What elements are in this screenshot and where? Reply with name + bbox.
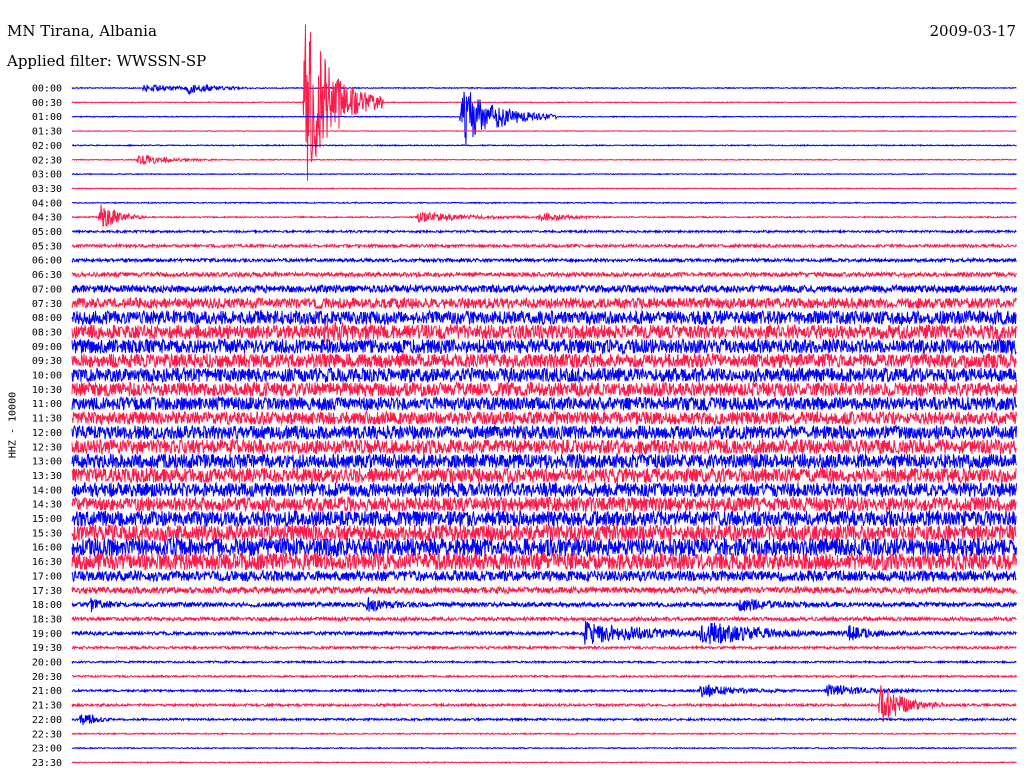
trace-row-2030 bbox=[72, 673, 1017, 679]
row-time-label: 09:30 bbox=[32, 356, 62, 367]
row-time-label: 20:00 bbox=[32, 658, 62, 669]
row-time-label: 04:00 bbox=[32, 198, 62, 209]
row-time-label: 05:00 bbox=[32, 227, 62, 238]
row-time-label: 09:00 bbox=[32, 342, 62, 353]
row-time-label: 18:30 bbox=[32, 614, 62, 625]
trace-row-1700 bbox=[71, 569, 1017, 583]
row-time-label: 05:30 bbox=[32, 241, 62, 252]
row-time-label: 10:30 bbox=[32, 385, 62, 396]
row-time-label: 04:30 bbox=[32, 213, 62, 224]
trace-row-0500 bbox=[71, 228, 1017, 235]
row-time-label: 13:30 bbox=[32, 471, 62, 482]
trace-row-0900 bbox=[71, 337, 1017, 356]
row-time-label: 21:00 bbox=[32, 686, 62, 697]
trace-row-0200 bbox=[71, 143, 1017, 148]
row-time-label: 13:00 bbox=[32, 457, 62, 468]
row-time-label: 14:00 bbox=[32, 485, 62, 496]
trace-row-2230 bbox=[71, 731, 1017, 736]
trace-row-2200 bbox=[71, 714, 1017, 725]
row-time-label: 07:00 bbox=[32, 284, 62, 295]
trace-row-1300 bbox=[71, 452, 1017, 470]
trace-row-0100 bbox=[71, 91, 1017, 145]
trace-row-1000 bbox=[71, 366, 1017, 384]
trace-row-1130 bbox=[71, 409, 1017, 426]
row-time-label: 16:30 bbox=[32, 557, 62, 568]
trace-row-1430 bbox=[71, 495, 1017, 514]
row-time-label: 00:30 bbox=[32, 98, 62, 109]
trace-row-1200 bbox=[71, 424, 1017, 441]
row-time-label: 08:00 bbox=[32, 313, 62, 324]
row-time-label: 12:00 bbox=[32, 428, 62, 439]
trace-row-1400 bbox=[71, 481, 1017, 499]
row-time-label: 22:30 bbox=[32, 729, 62, 740]
trace-row-0930 bbox=[71, 352, 1017, 370]
row-time-label: 00:00 bbox=[32, 84, 62, 95]
trace-row-0530 bbox=[71, 242, 1017, 250]
row-time-label: 20:30 bbox=[32, 672, 62, 683]
time-label-layer: 00:00 00:30 01:00 01:30 02:00 02:30 03:00 03:30… bbox=[32, 84, 62, 769]
row-time-label: 17:00 bbox=[32, 571, 62, 582]
trace-row-1930 bbox=[72, 644, 1017, 651]
row-time-label: 15:00 bbox=[32, 514, 62, 525]
trace-row-0600 bbox=[71, 256, 1017, 264]
row-time-label: 23:00 bbox=[32, 744, 62, 755]
row-time-label: 06:30 bbox=[32, 270, 62, 281]
trace-row-2100 bbox=[71, 684, 1017, 698]
row-time-label: 02:30 bbox=[32, 155, 62, 166]
row-time-label: 18:00 bbox=[32, 600, 62, 611]
trace-row-0130 bbox=[71, 130, 1017, 133]
row-time-label: 19:00 bbox=[32, 629, 62, 640]
trace-layer bbox=[71, 24, 1017, 764]
trace-row-0400 bbox=[72, 201, 1017, 205]
trace-row-1900 bbox=[71, 620, 1017, 645]
trace-row-1030 bbox=[71, 381, 1017, 399]
trace-row-1530 bbox=[71, 523, 1017, 543]
row-time-label: 06:00 bbox=[32, 256, 62, 267]
row-time-label: 10:00 bbox=[32, 371, 62, 382]
row-time-label: 01:00 bbox=[32, 112, 62, 123]
row-time-label: 23:30 bbox=[32, 758, 62, 769]
row-time-label: 12:30 bbox=[32, 442, 62, 453]
trace-row-0430 bbox=[72, 204, 1017, 227]
row-time-label: 19:30 bbox=[32, 643, 62, 654]
trace-row-0800 bbox=[71, 309, 1017, 327]
trace-row-1330 bbox=[71, 466, 1017, 485]
row-time-label: 15:30 bbox=[32, 528, 62, 539]
row-time-label: 01:30 bbox=[32, 127, 62, 138]
seismogram-plot: 00:00 00:30 01:00 01:30 02:00 02:30 03:00 03:30… bbox=[32, 24, 1017, 769]
trace-row-2330 bbox=[72, 760, 1017, 764]
trace-row-0030 bbox=[71, 24, 1017, 181]
trace-row-0830 bbox=[71, 321, 1017, 343]
trace-row-0300 bbox=[71, 172, 1017, 176]
row-time-label: 03:30 bbox=[32, 184, 62, 195]
trace-row-1100 bbox=[71, 395, 1017, 413]
row-time-label: 03:00 bbox=[32, 170, 62, 181]
trace-row-0000 bbox=[71, 83, 1017, 96]
row-time-label: 02:00 bbox=[32, 141, 62, 152]
row-time-label: 11:30 bbox=[32, 414, 62, 425]
trace-row-0330 bbox=[71, 187, 1017, 190]
trace-row-1830 bbox=[71, 615, 1017, 623]
trace-row-1730 bbox=[71, 585, 1017, 596]
row-time-label: 08:30 bbox=[32, 327, 62, 338]
trace-row-1230 bbox=[71, 437, 1017, 456]
row-time-label: 21:30 bbox=[32, 701, 62, 712]
trace-row-0730 bbox=[71, 296, 1017, 311]
row-time-label: 11:00 bbox=[32, 399, 62, 410]
row-time-label: 16:00 bbox=[32, 543, 62, 554]
trace-row-2300 bbox=[72, 746, 1017, 750]
trace-row-1500 bbox=[71, 509, 1017, 528]
row-time-label: 14:30 bbox=[32, 500, 62, 511]
row-time-label: 17:30 bbox=[32, 586, 62, 597]
trace-row-1630 bbox=[71, 551, 1017, 572]
trace-row-0630 bbox=[71, 270, 1017, 279]
row-time-label: 07:30 bbox=[32, 299, 62, 310]
trace-row-0230 bbox=[71, 153, 1017, 166]
trace-row-2000 bbox=[71, 659, 1017, 665]
trace-row-0700 bbox=[71, 283, 1017, 295]
row-time-label: 22:00 bbox=[32, 715, 62, 726]
trace-row-1800 bbox=[71, 597, 1017, 613]
